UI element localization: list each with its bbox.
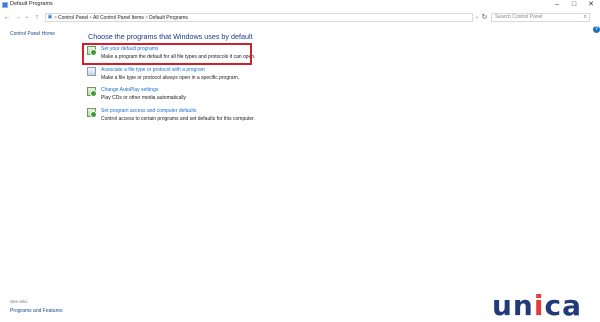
- page-heading: Choose the programs that Windows uses by…: [88, 32, 253, 41]
- search-icon[interactable]: ⌕: [584, 14, 587, 21]
- program-access-icon: [87, 108, 97, 118]
- task-link[interactable]: Change AutoPlay settings: [101, 87, 158, 93]
- default-programs-icon: [2, 2, 8, 8]
- highlight-box: [82, 43, 252, 65]
- breadcrumb-control-panel[interactable]: Control Panel: [58, 14, 88, 22]
- refresh-icon[interactable]: ↻: [480, 13, 489, 22]
- breadcrumb-separator: >: [89, 15, 92, 21]
- breadcrumb-separator: >: [54, 15, 57, 21]
- back-arrow-icon[interactable]: ←: [3, 13, 11, 22]
- task-description: Play CDs or other media automatically: [101, 95, 187, 101]
- navigation-bar: ← → ⌄ ↑ ▣ > Control Panel > All Control …: [0, 11, 600, 24]
- minimize-button[interactable]: –: [549, 0, 565, 10]
- search-placeholder: Search Control Panel: [495, 14, 543, 20]
- breadcrumb-all-items[interactable]: All Control Panel Items: [93, 14, 144, 22]
- window-title: Default Programs: [10, 1, 53, 7]
- recent-locations-icon[interactable]: ⌄: [24, 13, 30, 22]
- autoplay-icon: [87, 87, 97, 97]
- unica-logo: unica: [492, 289, 582, 322]
- search-input[interactable]: Search Control Panel ⌕: [491, 13, 590, 22]
- close-button[interactable]: ✕: [583, 0, 599, 10]
- forward-arrow-icon[interactable]: →: [14, 13, 22, 22]
- task-link[interactable]: Associate a file type or protocol with a…: [101, 67, 205, 73]
- up-arrow-icon[interactable]: ↑: [33, 13, 41, 22]
- file-association-icon: [87, 67, 96, 76]
- help-icon[interactable]: ?: [593, 26, 600, 33]
- control-panel-home-link[interactable]: Control Panel Home: [10, 31, 55, 37]
- breadcrumb-separator: >: [145, 15, 148, 21]
- breadcrumb-default-programs[interactable]: Default Programs: [149, 14, 188, 22]
- control-panel-icon: ▣: [47, 14, 53, 20]
- programs-and-features-link[interactable]: Programs and Features: [10, 308, 63, 314]
- task-description: Control access to certain programs and s…: [101, 116, 255, 122]
- task-link[interactable]: Set program access and computer defaults: [101, 108, 196, 114]
- see-also-label: See also: [10, 299, 28, 304]
- address-bar[interactable]: ▣ > Control Panel > All Control Panel It…: [45, 13, 473, 22]
- title-bar: Default Programs – □ ✕: [0, 0, 600, 11]
- maximize-button[interactable]: □: [566, 0, 582, 10]
- task-description: Make a file type or protocol always open…: [101, 75, 240, 81]
